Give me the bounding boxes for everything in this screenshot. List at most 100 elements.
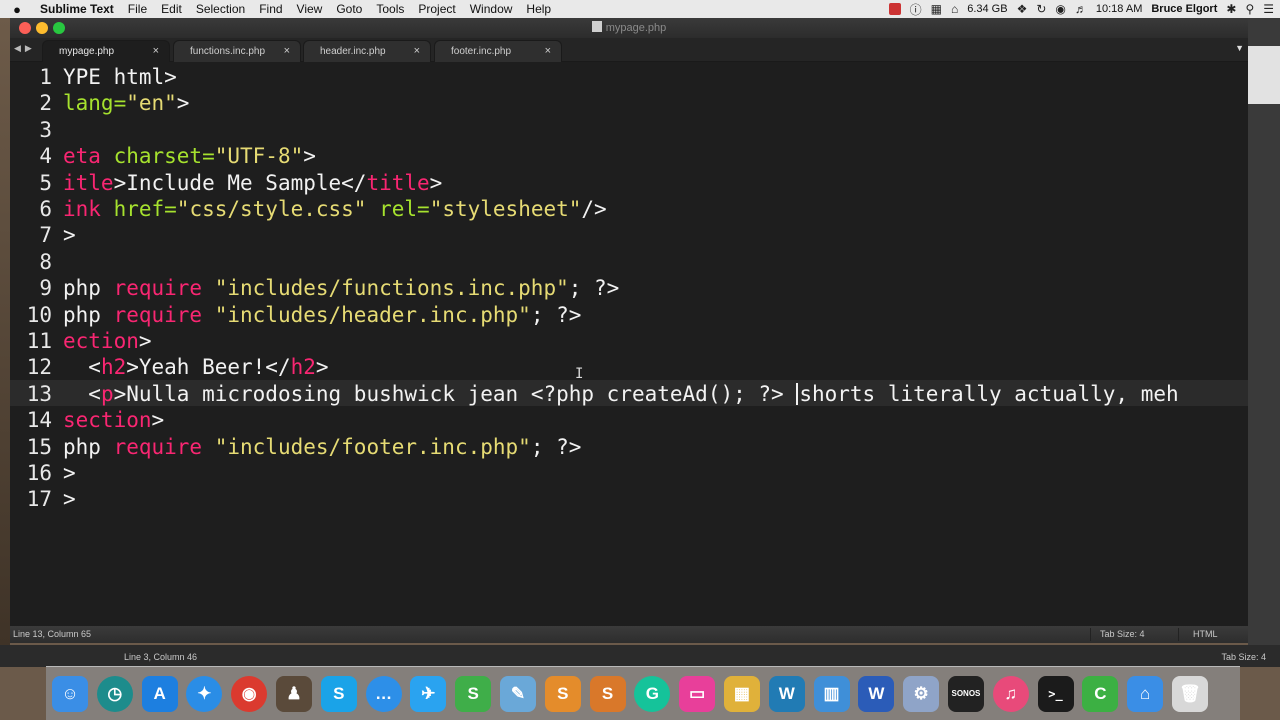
window-title: mypage.php xyxy=(10,21,1248,34)
line-number: 15 xyxy=(26,434,52,459)
dock-camtasia-icon[interactable]: C xyxy=(1082,675,1119,712)
menu-selection[interactable]: Selection xyxy=(196,2,245,16)
status-bar: Line 13, Column 65 Tab Size: 4 HTML xyxy=(10,626,1248,643)
line-number: 5 xyxy=(39,170,52,195)
window-title-text: mypage.php xyxy=(605,22,667,34)
grid-icon[interactable]: ▦ xyxy=(931,2,942,16)
syntax-selector[interactable]: HTML xyxy=(1193,629,1218,639)
editor-window: mypage.php ◀▶ mypage.php × functions.inc… xyxy=(10,18,1248,643)
home-icon[interactable]: ⌂ xyxy=(951,2,958,16)
code-line: > xyxy=(63,223,76,248)
tab-size-selector[interactable]: Tab Size: 4 xyxy=(1100,629,1145,639)
clock[interactable]: 10:18 AM xyxy=(1096,3,1142,15)
dock-grammarly-icon[interactable]: G xyxy=(634,675,671,712)
dock-messages-icon[interactable]: … xyxy=(365,675,402,712)
dock-trash-icon[interactable]: 🗑 xyxy=(1171,675,1208,712)
tab-dropdown-icon[interactable]: ▼ xyxy=(1235,43,1244,53)
dock-keynote-icon[interactable]: ⌂ xyxy=(1127,675,1164,712)
menu-help[interactable]: Help xyxy=(526,2,551,16)
dock-finder-icon[interactable]: ☺ xyxy=(52,675,88,712)
menu-tools[interactable]: Tools xyxy=(376,2,404,16)
tab-header[interactable]: header.inc.php × xyxy=(303,40,431,62)
dock-keynote-pink-icon[interactable]: ▭ xyxy=(679,675,716,712)
menu-view[interactable]: View xyxy=(297,2,323,16)
mouse-ibeam-cursor: I xyxy=(575,366,584,382)
menu-goto[interactable]: Goto xyxy=(336,2,362,16)
code-area[interactable]: YPE html> lang="en"> eta charset="UTF-8"… xyxy=(63,63,1248,628)
dock-word-icon[interactable]: W xyxy=(858,675,895,712)
wifi-icon[interactable]: ◉ xyxy=(1055,2,1065,16)
line-number: 17 xyxy=(26,487,52,512)
dock-preview-icon[interactable]: ✎ xyxy=(499,675,536,712)
dock-chrome-icon[interactable]: ◉ xyxy=(231,675,268,712)
tab-label: footer.inc.php xyxy=(451,46,512,57)
dock-skype-icon[interactable]: S xyxy=(320,675,357,712)
line-number-gutter: 1 2 3 4 5 6 7 8 9 10 11 12 13 14 15 16 1… xyxy=(10,63,52,628)
menu-window[interactable]: Window xyxy=(470,2,513,16)
line-number: 2 xyxy=(39,91,52,116)
line-number: 4 xyxy=(39,144,52,169)
volume-icon[interactable]: ♬ xyxy=(1075,2,1087,16)
bluetooth-icon[interactable]: ✱ xyxy=(1226,2,1236,16)
dock-agent-icon[interactable]: ♟ xyxy=(275,675,312,712)
code-line: > xyxy=(63,487,76,512)
dock-app-store-icon[interactable]: A xyxy=(141,675,178,712)
dock-sublime-text-icon[interactable]: S xyxy=(544,675,581,712)
tab-nav-arrows[interactable]: ◀▶ xyxy=(14,43,36,54)
line-number: 10 xyxy=(26,302,52,327)
code-line: lang="en"> xyxy=(63,91,190,116)
status-red-icon[interactable] xyxy=(888,3,901,15)
tab-footer[interactable]: footer.inc.php × xyxy=(434,40,562,62)
menu-file[interactable]: File xyxy=(128,2,147,16)
apple-icon[interactable]: ● xyxy=(10,2,24,17)
code-line: ection> xyxy=(63,329,152,353)
title-bar: mypage.php xyxy=(10,18,1248,38)
close-icon[interactable]: × xyxy=(545,45,551,57)
background-tab-size[interactable]: Tab Size: 4 xyxy=(1221,652,1266,662)
code-line: YPE html> xyxy=(63,65,177,89)
dock-transmit-icon[interactable]: ▦ xyxy=(723,675,760,712)
notification-center-icon[interactable]: ☰ xyxy=(1263,2,1274,16)
menu-app-name[interactable]: Sublime Text xyxy=(40,2,114,16)
code-line: itle>Include Me Sample</title> xyxy=(63,170,443,195)
dock-itunes-icon[interactable]: ♫ xyxy=(992,675,1029,712)
dropbox-icon[interactable]: ❖ xyxy=(1017,2,1028,16)
desktop-left-edge xyxy=(0,18,10,645)
status-divider xyxy=(1090,628,1091,641)
menu-find[interactable]: Find xyxy=(259,2,282,16)
dock-time-machine-icon[interactable]: ◷ xyxy=(96,675,133,712)
cursor-position: Line 13, Column 65 xyxy=(13,629,92,639)
storage-indicator[interactable]: 6.34 GB xyxy=(967,3,1007,15)
user-name[interactable]: Bruce Elgort xyxy=(1151,3,1217,15)
code-line: eta charset="UTF-8"> xyxy=(63,144,316,169)
close-icon[interactable]: × xyxy=(153,45,159,57)
dock-screens-icon[interactable]: ▥ xyxy=(813,675,850,712)
menu-bar: ● Sublime Text File Edit Selection Find … xyxy=(0,0,1280,18)
dock: ☺ ◷ A ✦ ◉ ♟ S… ✈ S ✎ S S G ▭ ▦ W ▥ W ⚙ SONOS ♫ >_ C ⌂ 🗑 xyxy=(46,666,1240,720)
menu-edit[interactable]: Edit xyxy=(161,2,182,16)
dock-safari-icon[interactable]: ✦ xyxy=(186,675,223,712)
dock-utility-icon[interactable]: ⚙ xyxy=(903,675,940,712)
dock-terminal-icon[interactable]: >_ xyxy=(1037,675,1074,712)
dock-sonos-icon[interactable]: SONOS xyxy=(947,675,984,712)
sync-icon[interactable]: ↻ xyxy=(1036,2,1046,16)
background-window-edge xyxy=(1248,18,1280,645)
status-divider xyxy=(1178,628,1179,641)
dock-snagit-icon[interactable]: S xyxy=(455,675,492,712)
dock-sublime-text-2-icon[interactable]: S xyxy=(589,675,626,712)
background-window-statusbar: Line 3, Column 46 Tab Size: 4 xyxy=(0,645,1280,667)
code-line: ink href="css/style.css" rel="stylesheet… xyxy=(63,197,607,221)
tab-functions[interactable]: functions.inc.php × xyxy=(173,40,301,62)
dock-wordpress-icon[interactable]: W xyxy=(768,675,805,712)
close-icon[interactable]: × xyxy=(284,45,290,57)
tab-label: functions.inc.php xyxy=(190,46,266,57)
info-icon[interactable]: ⓘ xyxy=(910,1,922,18)
close-icon[interactable]: × xyxy=(414,45,420,57)
dock-twitter-icon[interactable]: ✈ xyxy=(410,675,447,712)
tab-mypage[interactable]: mypage.php × xyxy=(42,40,170,62)
background-window-toolbar xyxy=(1248,46,1280,104)
spotlight-icon[interactable]: ⚲ xyxy=(1245,2,1254,16)
code-line: > xyxy=(63,461,76,485)
menu-project[interactable]: Project xyxy=(418,2,455,16)
code-editor[interactable]: 1 2 3 4 5 6 7 8 9 10 11 12 13 14 15 16 1… xyxy=(10,63,1248,628)
